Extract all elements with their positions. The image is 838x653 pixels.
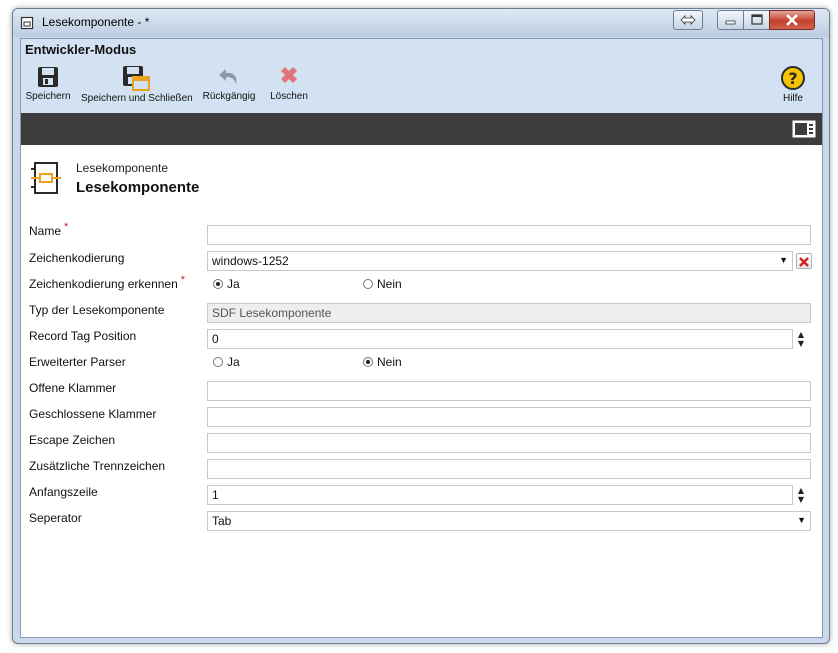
record-tag-stepper[interactable]: ▲ ▼ [795, 330, 807, 350]
window-title: Lesekomponente - * [42, 15, 150, 29]
expand-button[interactable] [673, 10, 703, 30]
undo-button[interactable]: Rückgängig [201, 61, 257, 111]
help-button[interactable]: ? Hilfe [775, 61, 811, 111]
reader-type-label: Typ der Lesekomponente [29, 303, 165, 317]
escape-char-field[interactable] [207, 433, 811, 453]
detect-encoding-no-radio[interactable]: Nein [363, 277, 402, 291]
clear-encoding-button[interactable] [796, 253, 812, 269]
extra-separators-label: Zusätzliche Trennzeichen [29, 459, 166, 473]
start-line-label: Anfangszeile [29, 485, 98, 499]
radio-label: Nein [377, 277, 402, 291]
help-label: Hilfe [782, 93, 803, 104]
extra-separators-field[interactable] [207, 459, 811, 479]
reader-type-field: SDF Lesekomponente [207, 303, 811, 323]
minimize-icon [725, 20, 736, 25]
title-bar[interactable]: Lesekomponente - * [13, 9, 829, 37]
save-label: Speichern [25, 91, 71, 102]
radio-selected-icon [363, 357, 373, 367]
undo-label: Rückgängig [202, 91, 256, 102]
detect-encoding-label: Zeichenkodierung erkennen * [29, 274, 186, 291]
save-icon [38, 67, 58, 87]
name-field[interactable] [207, 225, 811, 245]
save-button[interactable]: Speichern [25, 61, 71, 111]
detect-encoding-label-text: Zeichenkodierung erkennen [29, 277, 178, 291]
closed-bracket-label: Geschlossene Klammer [29, 407, 157, 421]
client-area: Entwickler-Modus Speichern Speichern und… [20, 38, 823, 638]
separator-label: Seperator [29, 511, 82, 525]
chevron-down-icon: ▼ [797, 515, 806, 525]
minimize-button[interactable] [717, 10, 745, 30]
radio-label: Ja [227, 277, 240, 291]
open-bracket-label: Offene Klammer [29, 381, 117, 395]
radio-unselected-icon [213, 357, 223, 367]
close-icon [786, 14, 798, 26]
reader-component-icon [31, 162, 61, 194]
radio-unselected-icon [363, 279, 373, 289]
closed-bracket-field[interactable] [207, 407, 811, 427]
encoding-label: Zeichenkodierung [29, 251, 125, 265]
svg-text:?: ? [788, 69, 797, 88]
name-label-text: Name [29, 224, 62, 238]
separator-select[interactable]: Tab ▼ [207, 511, 811, 531]
open-bracket-field[interactable] [207, 381, 811, 401]
panel-toggle-icon[interactable] [792, 120, 816, 138]
delete-button[interactable]: Löschen [267, 61, 311, 111]
escape-char-label: Escape Zeichen [29, 433, 116, 447]
help-icon: ? [781, 66, 805, 90]
start-line-field[interactable]: 1 [207, 485, 793, 505]
chevron-down-icon: ▼ [779, 255, 788, 265]
record-tag-label: Record Tag Position [29, 329, 137, 343]
save-close-icon [123, 66, 150, 91]
record-tag-field[interactable]: 0 [207, 329, 793, 349]
extended-parser-yes-radio[interactable]: Ja [213, 355, 240, 369]
delete-label: Löschen [270, 91, 308, 102]
radio-label: Ja [227, 355, 240, 369]
radio-selected-icon [213, 279, 223, 289]
name-label: Name * [29, 221, 69, 238]
header-subtitle: Lesekomponente [76, 161, 169, 175]
maximize-button[interactable] [743, 10, 771, 30]
required-marker: * [64, 221, 69, 233]
maximize-icon [751, 14, 763, 25]
ribbon-title: Entwickler-Modus [25, 42, 137, 57]
panel-toolbar [21, 113, 822, 145]
close-button[interactable] [769, 10, 815, 30]
save-close-button[interactable]: Speichern und Schließen [81, 61, 193, 111]
save-close-label: Speichern und Schließen [81, 93, 193, 104]
radio-label: Nein [377, 355, 402, 369]
separator-value: Tab [212, 514, 232, 528]
delete-icon [281, 67, 297, 83]
clear-icon [799, 257, 809, 267]
double-arrow-icon [680, 15, 696, 25]
encoding-value: windows-1252 [212, 254, 289, 268]
document-icon [20, 16, 34, 30]
extended-parser-no-radio[interactable]: Nein [363, 355, 402, 369]
app-window: Lesekomponente - * Entwickler-Modus Spei… [12, 8, 830, 644]
start-line-stepper[interactable]: ▲ ▼ [795, 486, 807, 506]
extended-parser-label: Erweiterter Parser [29, 355, 126, 369]
encoding-select[interactable]: windows-1252 ▼ [207, 251, 793, 271]
page-title: Lesekomponente [76, 179, 200, 196]
undo-icon [219, 69, 237, 85]
ribbon: Entwickler-Modus Speichern Speichern und… [21, 39, 822, 113]
required-marker: * [180, 274, 186, 286]
detect-encoding-yes-radio[interactable]: Ja [213, 277, 240, 291]
